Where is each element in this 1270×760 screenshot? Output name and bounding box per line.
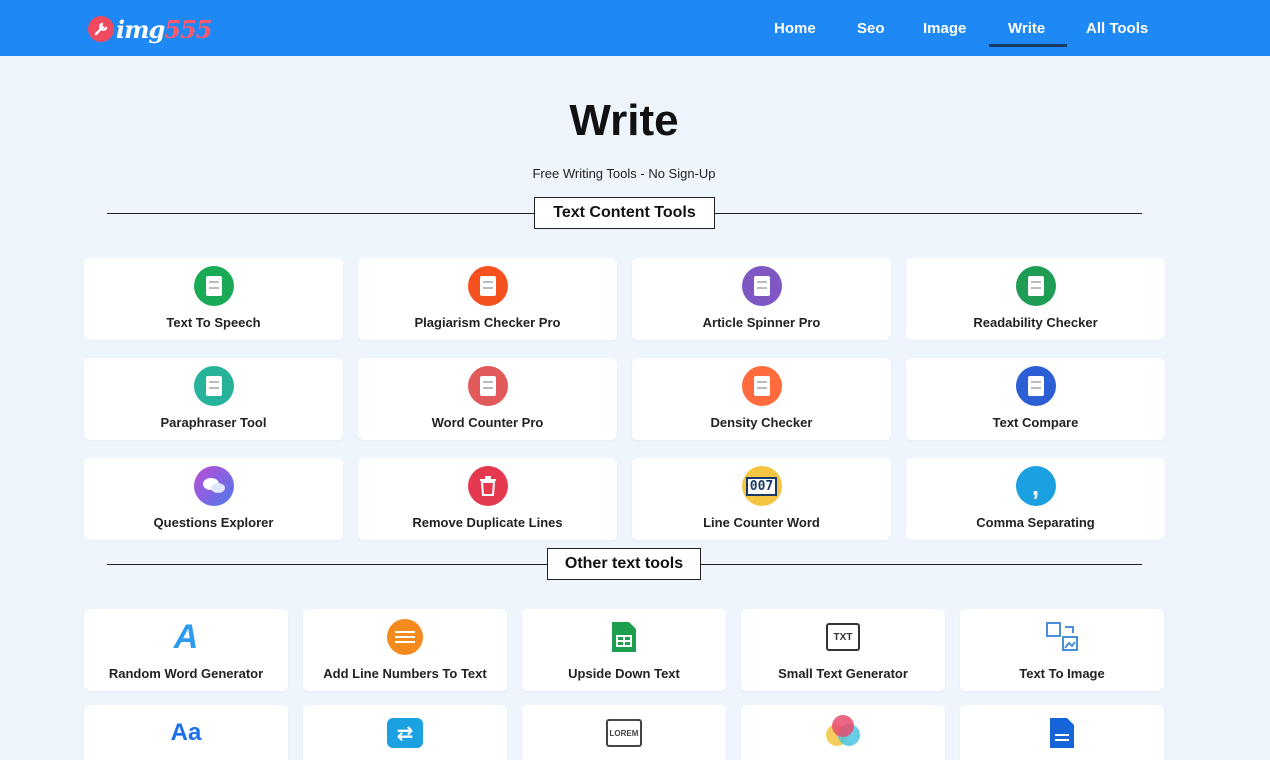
letter-a-icon: A <box>173 617 199 656</box>
tool-card[interactable]: Remove Duplicate Lines <box>358 458 617 540</box>
tool-card[interactable]: 007 Line Counter Word <box>632 458 891 540</box>
tool-card[interactable]: Article Spinner Pro <box>632 258 891 340</box>
edit-doc-icon <box>193 366 234 406</box>
sheet-icon <box>604 617 644 657</box>
nav-image[interactable]: Image <box>923 20 966 37</box>
tool-card[interactable] <box>741 705 945 760</box>
tool-card[interactable]: Readability Checker <box>906 258 1165 340</box>
logo-wordmark: img555 <box>116 14 212 44</box>
tool-card[interactable]: Word Counter Pro <box>358 358 617 440</box>
top-navbar: img555 Home Seo Image Write All Tools <box>0 0 1270 56</box>
section-divider-right <box>714 213 1142 214</box>
nav-write[interactable]: Write <box>1008 20 1045 37</box>
swap-arrows-icon: ⇄ <box>385 713 425 753</box>
txt-file-icon: TXT <box>823 617 863 657</box>
counter-icon: 007 <box>741 466 782 506</box>
font-aa-icon: Aa <box>170 719 202 746</box>
page-subtitle: Free Writing Tools - No Sign-Up <box>532 166 716 181</box>
page-title: Write <box>569 96 679 145</box>
comma-icon: , <box>1015 466 1056 506</box>
tool-card-label: Readability Checker <box>973 315 1098 330</box>
tool-card[interactable]: Questions Explorer <box>84 458 343 540</box>
tool-card-label: Small Text Generator <box>778 666 908 681</box>
tool-card-label: Word Counter Pro <box>431 415 544 430</box>
tool-card-label: Upside Down Text <box>568 666 680 681</box>
tool-card-label: Questions Explorer <box>153 515 274 530</box>
chat-bubbles-icon <box>193 466 234 506</box>
tool-card-label: Remove Duplicate Lines <box>412 515 563 530</box>
tool-card[interactable]: , Comma Separating <box>906 458 1165 540</box>
tool-card[interactable]: Upside Down Text <box>522 609 726 691</box>
checklist-icon <box>467 266 508 306</box>
notepad-icon <box>741 366 782 406</box>
trash-icon <box>467 466 508 506</box>
tool-card[interactable]: Density Checker <box>632 358 891 440</box>
tool-card-label: Paraphraser Tool <box>160 415 267 430</box>
tool-card-label: Line Counter Word <box>703 515 820 530</box>
tool-card[interactable]: Add Line Numbers To Text <box>303 609 507 691</box>
text-to-image-icon <box>1042 617 1082 657</box>
speech-doc-icon <box>193 266 234 306</box>
tool-card-label: Density Checker <box>710 415 813 430</box>
tool-card-label: Random Word Generator <box>108 666 264 681</box>
nav-all-tools[interactable]: All Tools <box>1086 20 1148 37</box>
tool-card[interactable] <box>960 705 1164 760</box>
tool-card-label: Article Spinner Pro <box>702 315 821 330</box>
tool-card-label: Text Compare <box>992 415 1079 430</box>
tool-card-label: Add Line Numbers To Text <box>323 666 487 681</box>
tool-card[interactable]: Text To Image <box>960 609 1164 691</box>
tool-card[interactable]: Text Compare <box>906 358 1165 440</box>
browser-window-icon <box>741 266 782 306</box>
tool-card-label: Plagiarism Checker Pro <box>414 315 561 330</box>
list-icon <box>385 617 425 657</box>
document-icon <box>1015 266 1056 306</box>
tool-card[interactable]: Text To Speech <box>84 258 343 340</box>
section-divider-left <box>107 213 535 214</box>
nav-seo[interactable]: Seo <box>857 20 885 37</box>
tool-card[interactable]: Plagiarism Checker Pro <box>358 258 617 340</box>
color-circles-icon <box>823 713 863 753</box>
tool-card-label: Text To Speech <box>166 315 261 330</box>
tool-card[interactable]: Paraphraser Tool <box>84 358 343 440</box>
wrench-icon <box>88 16 114 42</box>
section-divider-right <box>700 564 1142 565</box>
counter-value: 007 <box>745 476 778 496</box>
tool-card[interactable]: A Random Word Generator <box>84 609 288 691</box>
section-divider-left <box>107 564 548 565</box>
tool-card-label: Text To Image <box>1019 666 1105 681</box>
tool-card[interactable]: ⇄ <box>303 705 507 760</box>
section-title-other-text: Other text tools <box>547 548 701 580</box>
tool-card-label: Comma Separating <box>976 515 1095 530</box>
blue-document-icon <box>1042 713 1082 753</box>
edit-doc-icon <box>467 366 508 406</box>
lorem-icon: LOREM <box>604 713 644 753</box>
nav-home[interactable]: Home <box>774 20 816 37</box>
tool-card[interactable]: Aa <box>84 705 288 760</box>
active-nav-indicator <box>989 44 1067 47</box>
compare-doc-icon <box>1015 366 1056 406</box>
section-title-text-content: Text Content Tools <box>534 197 715 229</box>
tool-card[interactable]: LOREM <box>522 705 726 760</box>
tool-card[interactable]: TXT Small Text Generator <box>741 609 945 691</box>
site-logo[interactable]: img555 <box>88 14 212 44</box>
